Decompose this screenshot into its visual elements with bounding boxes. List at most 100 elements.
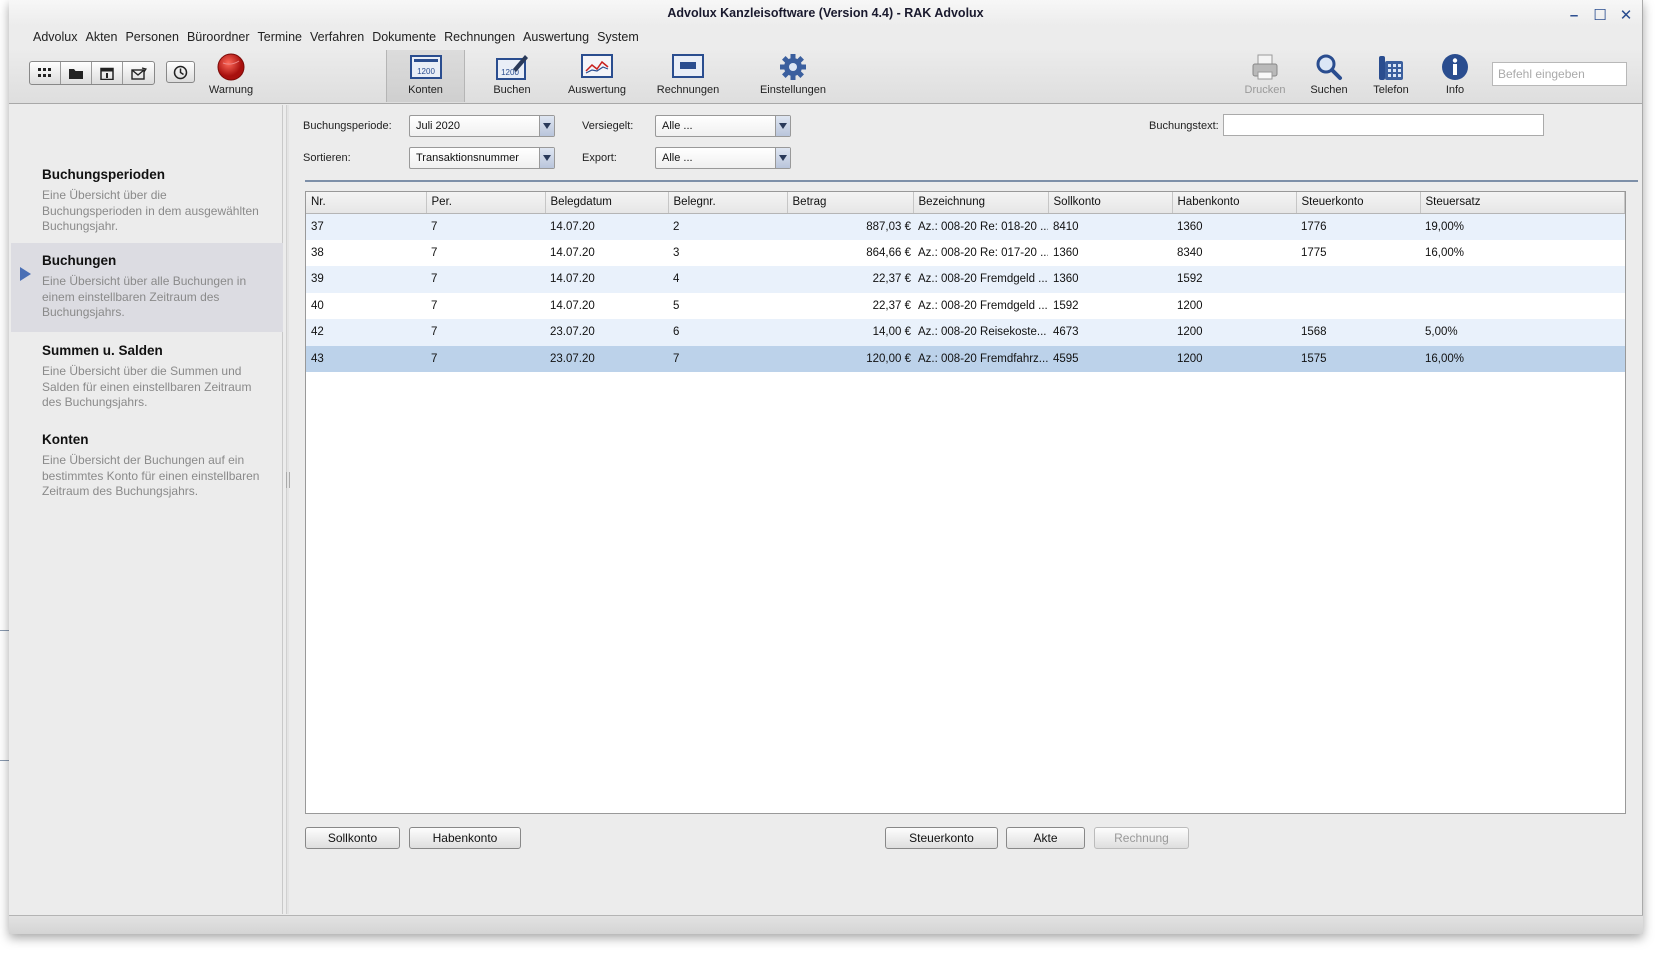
akte-button[interactable]: Akte [1006,827,1085,849]
sidebar-item-konten[interactable]: Konten Eine Übersicht der Buchungen auf … [11,422,283,510]
buchungstext-input[interactable] [1223,114,1544,136]
column-header-betrag[interactable]: Betrag [787,192,914,214]
cell-belegnr: 7 [668,345,787,372]
cell-betrag: 22,37 € [787,292,913,319]
bookings-table[interactable]: Nr. Per. Belegdatum Belegnr. Betrag Beze… [305,191,1626,814]
cell-bezeichnung: Az.: 008-20 Fremdfahrz... [913,345,1048,372]
cell-sollkonto: 8410 [1048,213,1172,240]
menu-advolux[interactable]: Advolux [29,27,81,47]
filter-separator [305,180,1638,182]
column-header-habenkonto[interactable]: Habenkonto [1172,192,1297,214]
habenkonto-button[interactable]: Habenkonto [409,827,521,849]
menu-auswertung[interactable]: Auswertung [519,27,593,47]
einstellungen-label: Einstellungen [759,84,827,96]
sollkonto-button[interactable]: Sollkonto [305,827,400,849]
close-button[interactable]: ✕ [1618,3,1634,29]
cell-belegdatum: 14.07.20 [545,266,668,293]
sidebar-item-buchungsperioden[interactable]: Buchungsperioden Eine Übersicht über die… [11,157,283,243]
menu-akten[interactable]: Akten [81,27,121,47]
menu-dokumente[interactable]: Dokumente [368,27,440,47]
command-input[interactable] [1492,62,1627,86]
status-bar [9,915,1643,934]
table-row[interactable]: 42 7 23.07.20 6 14,00 € Az.: 008-20 Reis… [306,319,1625,346]
toolbar-einstellungen-button[interactable]: Einstellungen [751,50,835,102]
folder-button[interactable] [61,62,92,84]
rechnung-button[interactable]: Rechnung [1094,827,1189,849]
cell-belegdatum: 14.07.20 [545,292,668,319]
cell-habenkonto: 1200 [1172,345,1296,372]
apps-grid-button[interactable] [30,62,61,84]
history-button[interactable] [166,61,195,83]
table-header-row: Nr. Per. Belegdatum Belegnr. Betrag Beze… [306,192,1625,214]
cell-nr: 37 [306,213,426,240]
toolbar-suchen-button[interactable]: Suchen [1301,50,1357,102]
menu-bueroordner[interactable]: Büroordner [183,27,254,47]
cell-nr: 38 [306,239,426,266]
menu-system[interactable]: System [593,27,643,47]
cell-sollkonto: 1360 [1048,266,1172,293]
calendar-button[interactable] [92,62,123,84]
column-header-sollkonto[interactable]: Sollkonto [1048,192,1173,214]
minimize-button[interactable]: – [1566,3,1582,29]
cell-habenkonto: 8340 [1172,239,1296,266]
dropdown-arrow-icon [775,116,790,136]
cell-steuerkonto: 1568 [1296,319,1420,346]
menu-verfahren[interactable]: Verfahren [306,27,368,47]
table-row[interactable]: 37 7 14.07.20 2 887,03 € Az.: 008-20 Re:… [306,213,1625,240]
table-row[interactable]: 38 7 14.07.20 3 864,66 € Az.: 008-20 Re:… [306,239,1625,266]
column-header-belegnr[interactable]: Belegnr. [668,192,788,214]
toolbar-konten-button[interactable]: 1200 Konten [386,50,465,102]
booking-pen-icon: 1200 [496,55,528,80]
toolbar-auswertung-button[interactable]: Auswertung [559,50,635,102]
table-row[interactable]: 40 7 14.07.20 5 22,37 € Az.: 008-20 Frem… [306,292,1625,319]
buchungsperiode-select[interactable]: Juli 2020 [409,115,555,137]
window-controls: – ☐ ✕ [1566,3,1634,29]
mail-button[interactable] [123,62,154,84]
sortieren-label: Sortieren: [303,152,351,164]
sortieren-select[interactable]: Transaktionsnummer [409,147,555,169]
splitter[interactable] [286,105,289,914]
printer-icon [1252,54,1278,80]
sidebar-item-title: Buchungen [42,253,117,268]
column-header-nr[interactable]: Nr. [306,192,427,214]
menu-termine[interactable]: Termine [254,27,306,47]
cell-belegnr: 5 [668,292,787,319]
cell-belegnr: 4 [668,266,787,293]
sidebar-item-description: Eine Übersicht über die Summen und Salde… [42,364,252,409]
column-header-steuerkonto[interactable]: Steuerkonto [1296,192,1421,214]
sidebar-item-title: Buchungsperioden [42,167,166,182]
versiegelt-select[interactable]: Alle ... [655,115,791,137]
table-row[interactable]: 39 7 14.07.20 4 22,37 € Az.: 008-20 Frem… [306,266,1625,293]
splitter-grip[interactable] [286,472,290,488]
column-header-bezeichnung[interactable]: Bezeichnung [913,192,1049,214]
sidebar-item-buchungen[interactable]: Buchungen Eine Übersicht über alle Buchu… [11,243,283,332]
konten-label: Konten [408,84,443,96]
dropdown-arrow-icon [539,148,554,168]
menu-personen[interactable]: Personen [121,27,183,47]
cell-bezeichnung: Az.: 008-20 Re: 017-20 ... [913,239,1048,266]
toolbar-telefon-button[interactable]: Telefon [1363,50,1419,102]
steuerkonto-button[interactable]: Steuerkonto [885,827,998,849]
cell-belegdatum: 23.07.20 [545,345,668,372]
cell-steuerkonto: 1575 [1296,345,1420,372]
cell-per: 7 [426,239,545,266]
export-select[interactable]: Alle ... [655,147,791,169]
background-window-edge [0,760,9,761]
menu-bar: Advolux Akten Personen Büroordner Termin… [29,27,643,47]
toolbar-info-button[interactable]: Info [1427,50,1483,102]
cell-bezeichnung: Az.: 008-20 Fremdgeld ... [913,266,1048,293]
column-header-per[interactable]: Per. [426,192,546,214]
toolbar-buchen-button[interactable]: 1200 Buchen [479,50,545,102]
toolbar-rechnungen-button[interactable]: Rechnungen [649,50,727,102]
cell-steuersatz [1420,292,1625,319]
menu-rechnungen[interactable]: Rechnungen [440,27,519,47]
cell-belegdatum: 14.07.20 [545,213,668,240]
sortieren-value: Transaktionsnummer [416,152,519,164]
maximize-button[interactable]: ☐ [1592,3,1608,29]
toolbar-drucken-button[interactable]: Drucken [1237,50,1293,102]
column-header-steuersatz[interactable]: Steuersatz [1420,192,1625,214]
column-header-belegdatum[interactable]: Belegdatum [545,192,669,214]
warning-button[interactable]: Warnung [202,50,260,102]
sidebar-item-summen-salden[interactable]: Summen u. Salden Eine Übersicht über die… [11,333,283,421]
table-row-selected[interactable]: 43 7 23.07.20 7 120,00 € Az.: 008-20 Fre… [306,345,1625,372]
